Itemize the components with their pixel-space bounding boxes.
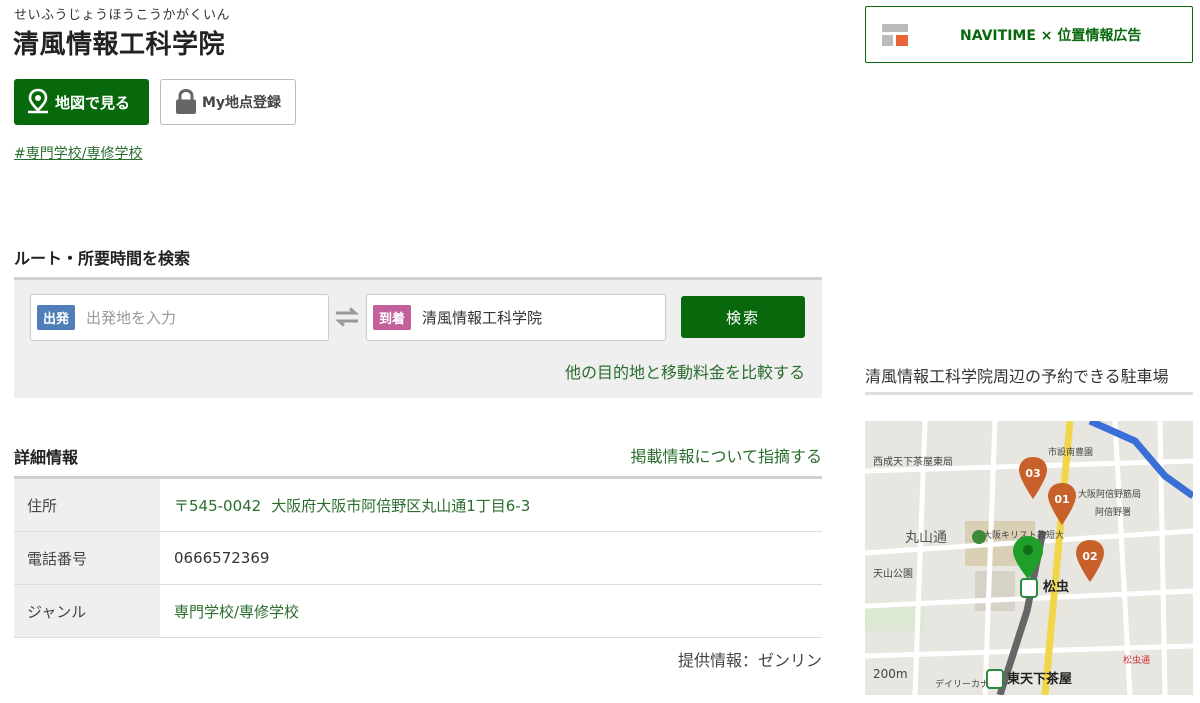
destination-input[interactable]: 清風情報工科学院: [422, 307, 542, 328]
table-row: 電話番号 0666572369: [14, 532, 822, 585]
details-table: 住所 〒545-0042 大阪府大阪市阿倍野区丸山通1丁目6-3 電話番号 06…: [14, 476, 822, 638]
swap-arrows-icon[interactable]: [333, 305, 361, 329]
origin-badge: 出発: [37, 305, 76, 330]
genre-label: ジャンル: [14, 585, 160, 637]
table-row: 住所 〒545-0042 大阪府大阪市阿倍野区丸山通1丁目6-3: [14, 479, 822, 532]
parking-map[interactable]: 西成天下茶屋東局 市設南豊園 丸山通 天山公園 大阪阿倍野筋局 阿倍野署 大阪キ…: [865, 421, 1193, 695]
origin-input[interactable]: 出発地を入力: [86, 307, 176, 328]
origin-field[interactable]: 出発 出発地を入力: [30, 294, 329, 341]
route-search-button[interactable]: 検索: [681, 296, 805, 338]
map-label-post: 大阪阿倍野筋局: [1078, 488, 1141, 500]
compare-fares-link[interactable]: 他の目的地と移動料金を比較する: [565, 359, 805, 383]
phone-label: 電話番号: [14, 532, 160, 584]
route-search-panel: 出発 出発地を入力 到着 清風情報工科学院 検索 他の目的地と移動料金を比較する: [14, 277, 822, 398]
marker-label: 02: [1082, 550, 1097, 563]
address-label: 住所: [14, 479, 160, 531]
map-label-street: 丸山通: [905, 530, 947, 546]
my-spot-button[interactable]: My地点登録: [160, 79, 296, 125]
map-label-top-left: 西成天下茶屋東局: [873, 455, 953, 468]
genre-tag-link[interactable]: #専門学校/専修学校: [14, 143, 142, 163]
route-search-heading: ルート・所要時間を検索: [14, 249, 191, 268]
map-label-station-matsumushi: 松虫: [1043, 579, 1069, 595]
school-icon: [972, 530, 986, 544]
postal-code[interactable]: 〒545-0042: [174, 495, 261, 516]
genre-value-link[interactable]: 専門学校/専修学校: [160, 585, 822, 637]
destination-field[interactable]: 到着 清風情報工科学院: [366, 294, 666, 341]
details-heading: 詳細情報: [14, 448, 79, 467]
phone-value: 0666572369: [174, 549, 270, 567]
ad-label: NAVITIME × 位置情報広告: [960, 27, 1142, 44]
marker-label: 01: [1054, 493, 1069, 506]
report-info-link[interactable]: 掲載情報について指摘する: [630, 443, 822, 467]
view-map-label: 地図で見る: [55, 93, 131, 112]
map-label-road: 松虫通: [1123, 654, 1150, 666]
lock-icon: [176, 89, 196, 114]
navitime-ad-banner[interactable]: NAVITIME × 位置情報広告: [865, 6, 1193, 63]
map-canvas: 西成天下茶屋東局 市設南豊園 丸山通 天山公園 大阪阿倍野筋局 阿倍野署 大阪キ…: [865, 421, 1193, 695]
map-label-scale: 200m: [873, 667, 908, 681]
place-furigana: せいふうじょうほうこうかがくいん: [14, 8, 231, 23]
data-provider-credit: 提供情報：ゼンリン: [677, 651, 822, 670]
destination-badge: 到着: [373, 305, 412, 330]
my-spot-label: My地点登録: [202, 95, 282, 111]
map-label-police: 阿倍野署: [1095, 506, 1131, 518]
marker-label: 03: [1025, 467, 1040, 480]
ad-layout-icon: [882, 23, 908, 46]
view-map-button[interactable]: 地図で見る: [14, 79, 149, 125]
station-icon: [986, 669, 1004, 689]
map-label-station-higashi: 東天下茶屋: [1007, 671, 1072, 687]
station-icon: [1020, 578, 1038, 598]
address-text[interactable]: 大阪府大阪市阿倍野区丸山通1丁目6-3: [271, 495, 530, 516]
map-label-city: 市設南豊園: [1048, 446, 1093, 458]
address-value[interactable]: 〒545-0042 大阪府大阪市阿倍野区丸山通1丁目6-3: [160, 479, 822, 531]
page-title: 清風情報工科学院: [13, 30, 226, 60]
map-label-park: 天山公園: [873, 568, 913, 580]
table-row: ジャンル 専門学校/専修学校: [14, 585, 822, 638]
parking-section-title: 清風情報工科学院周辺の予約できる駐車場: [865, 364, 1193, 395]
map-pin-icon: [28, 88, 48, 114]
